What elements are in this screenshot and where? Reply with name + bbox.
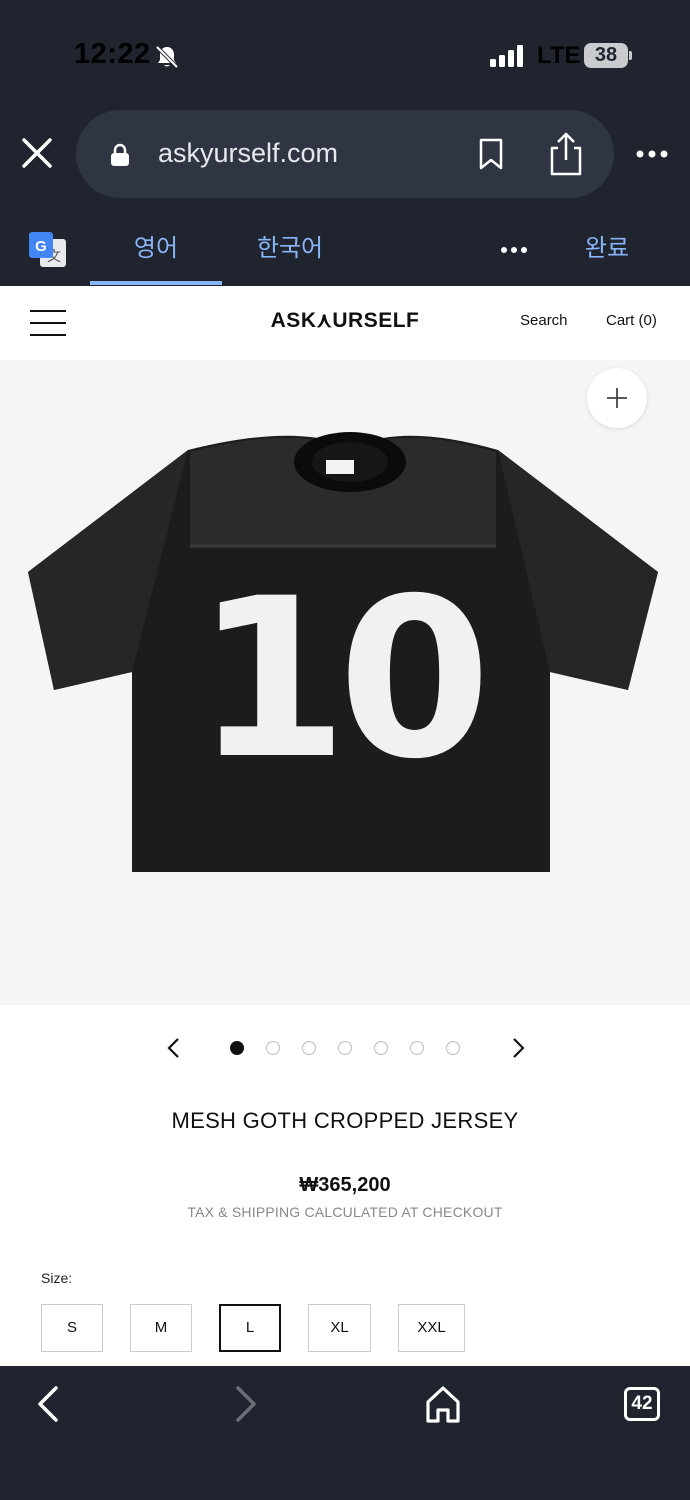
product-price: ₩365,200 — [299, 1174, 391, 1196]
cart-link[interactable]: Cart (0) — [606, 312, 657, 329]
pagination-dot[interactable] — [374, 1041, 388, 1055]
back-icon[interactable] — [34, 1385, 62, 1423]
size-option-s[interactable]: S — [41, 1304, 103, 1352]
pagination-dot[interactable] — [230, 1041, 244, 1055]
more-icon[interactable] — [634, 144, 674, 164]
jersey-number: 10 — [195, 551, 481, 807]
battery-indicator: 38 — [584, 43, 628, 68]
tab-source-language[interactable]: 영어 — [90, 214, 222, 286]
site-logo[interactable]: ASK⋏URSELF — [200, 308, 490, 333]
product-image[interactable]: 10 — [28, 400, 658, 880]
lock-icon — [111, 143, 129, 166]
size-option-l[interactable]: L — [219, 1304, 281, 1352]
done-button[interactable]: 완료 — [570, 214, 644, 286]
tab-target-language[interactable]: 한국어 — [240, 214, 340, 286]
size-option-m[interactable]: M — [130, 1304, 192, 1352]
menu-icon[interactable] — [30, 310, 66, 336]
share-icon[interactable] — [548, 132, 584, 176]
pagination-dot[interactable] — [266, 1041, 280, 1055]
active-tab-indicator — [90, 281, 222, 285]
pagination-dot[interactable] — [338, 1041, 352, 1055]
close-icon[interactable] — [20, 136, 54, 170]
chevron-right-icon[interactable] — [508, 1036, 528, 1060]
svg-text:G: G — [35, 238, 47, 255]
tabs-button[interactable]: 42 — [624, 1387, 660, 1421]
pagination-dot[interactable] — [302, 1041, 316, 1055]
size-option-xxl[interactable]: XXL — [398, 1304, 465, 1352]
size-option-xl[interactable]: XL — [308, 1304, 371, 1352]
more-icon[interactable] — [500, 240, 528, 260]
size-label: Size: — [41, 1270, 73, 1286]
url-text[interactable]: askyurself.com — [158, 138, 338, 169]
forward-icon[interactable] — [232, 1385, 260, 1423]
browser-toolbar — [0, 1366, 690, 1500]
tax-shipping-note: TAX & SHIPPING CALCULATED AT CHECKOUT — [187, 1204, 503, 1220]
chevron-left-icon[interactable] — [164, 1036, 184, 1060]
product-title: MESH GOTH CROPPED JERSEY — [171, 1108, 519, 1133]
signal-icon — [490, 45, 523, 67]
screen: 12:22 LTE 38 askyurself.com 文 G 영어 한국어 완… — [0, 0, 690, 1500]
home-icon[interactable] — [424, 1384, 462, 1424]
bookmark-icon[interactable] — [478, 138, 504, 170]
search-link[interactable]: Search — [520, 312, 568, 329]
bell-slash-icon — [155, 45, 179, 69]
address-bar[interactable] — [76, 110, 614, 198]
network-type: LTE — [537, 42, 581, 69]
battery-tip — [629, 51, 632, 60]
pagination-dot[interactable] — [410, 1041, 424, 1055]
pagination-dot[interactable] — [446, 1041, 460, 1055]
status-time: 12:22 — [74, 38, 151, 70]
google-translate-icon[interactable]: 文 G — [28, 231, 68, 269]
